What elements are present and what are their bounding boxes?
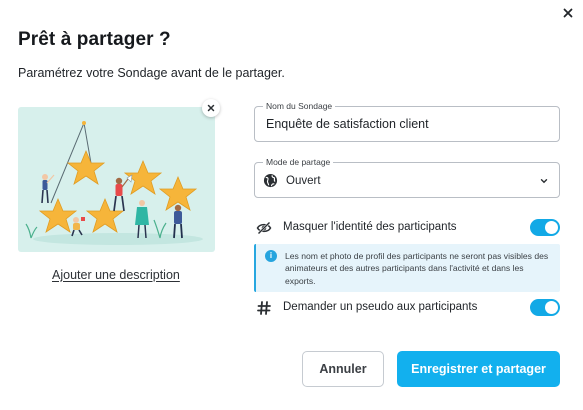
poll-name-value: Enquête de satisfaction client <box>266 117 429 131</box>
poll-illustration <box>18 107 215 252</box>
anonymize-toggle[interactable] <box>530 219 560 236</box>
add-description-link[interactable]: Ajouter une description <box>52 268 180 282</box>
share-mode-value: Ouvert <box>286 175 321 187</box>
pseudo-toggle[interactable] <box>530 299 560 316</box>
anonymize-info-box: i Les nom et photo de profil des partici… <box>254 244 560 292</box>
toggle-knob <box>545 221 558 234</box>
eye-slash-icon <box>256 221 272 235</box>
share-mode-legend: Mode de partage <box>263 157 334 168</box>
close-icon <box>207 104 215 112</box>
poll-name-field[interactable]: Nom du Sondage Enquête de satisfaction c… <box>254 101 560 142</box>
hashtag-icon <box>257 301 271 315</box>
pseudo-label: Demander un pseudo aux participants <box>283 301 478 313</box>
globe-icon <box>263 173 278 188</box>
remove-image-button[interactable] <box>202 99 220 117</box>
save-and-share-button[interactable]: Enregistrer et partager <box>397 351 560 387</box>
share-mode-select[interactable]: Mode de partage Ouvert <box>254 157 560 198</box>
close-dialog-icon[interactable] <box>560 5 576 21</box>
anonymize-label: Masquer l'identité des participants <box>283 221 457 233</box>
chevron-down-icon <box>540 179 548 184</box>
dialog-subtitle: Paramétrez votre Sondage avant de le par… <box>18 66 285 80</box>
pseudo-option: Demander un pseudo aux participants <box>254 297 560 319</box>
dialog-title: Prêt à partager ? <box>18 29 171 50</box>
anonymize-info-text: Les nom et photo de profil des participa… <box>285 251 549 286</box>
anonymize-option: Masquer l'identité des participants <box>254 217 560 239</box>
poll-name-legend: Nom du Sondage <box>263 101 336 112</box>
cancel-button[interactable]: Annuler <box>302 351 384 387</box>
info-icon: i <box>265 250 277 262</box>
toggle-knob <box>545 301 558 314</box>
